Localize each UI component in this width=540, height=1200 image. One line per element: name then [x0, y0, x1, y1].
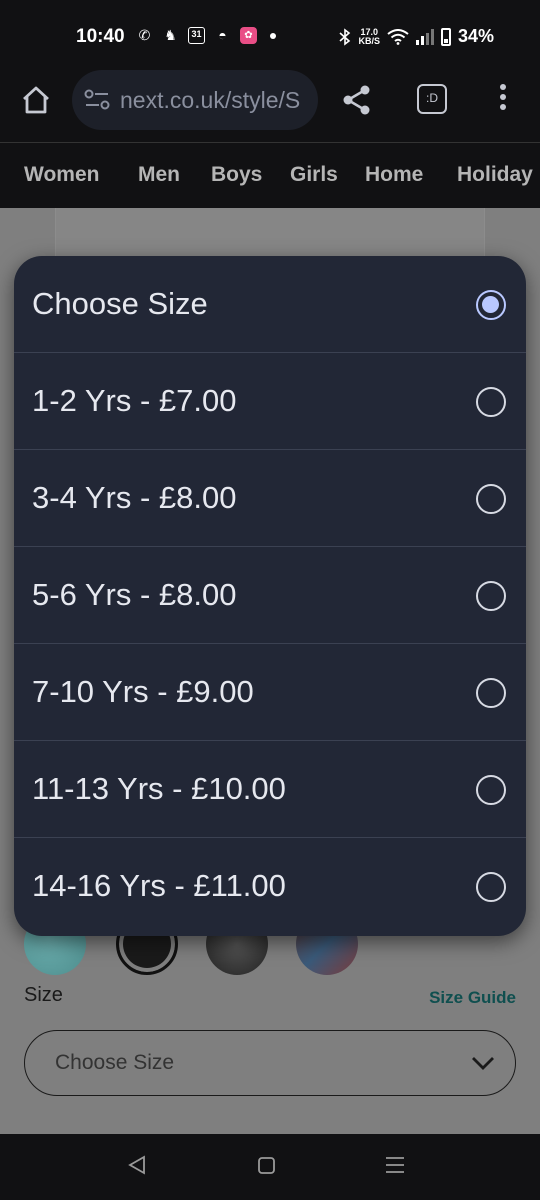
category-nav: Women Men Boys Girls Home Holiday	[0, 142, 540, 208]
size-option-5-6[interactable]: 5-6 Yrs - £8.00	[14, 547, 526, 644]
browser-toolbar: next.co.uk/style/S :D	[0, 70, 540, 142]
category-home[interactable]: Home	[365, 163, 423, 187]
size-label: Size	[24, 984, 63, 1006]
back-icon[interactable]	[126, 1154, 148, 1176]
radio-icon[interactable]	[476, 872, 506, 902]
size-select[interactable]: Choose Size	[24, 1030, 516, 1096]
system-icons: 17.0 KB/S 34%	[339, 26, 494, 47]
snapchat-icon: ◓	[218, 27, 227, 43]
address-bar[interactable]: next.co.uk/style/S	[72, 70, 318, 130]
net-speed: 17.0 KB/S	[358, 27, 380, 46]
home-icon[interactable]	[20, 84, 52, 116]
radio-icon[interactable]	[476, 775, 506, 805]
share-icon[interactable]	[342, 84, 372, 116]
radio-icon[interactable]	[476, 678, 506, 708]
whatsapp-icon: ✆	[138, 27, 151, 43]
option-label: 3-4 Yrs - £8.00	[32, 480, 237, 515]
size-option-14-16[interactable]: 14-16 Yrs - £11.00	[14, 838, 526, 935]
calendar-icon: 31	[188, 27, 205, 44]
option-label: 5-6 Yrs - £8.00	[32, 577, 237, 612]
wifi-icon	[387, 28, 409, 45]
category-holiday[interactable]: Holiday	[457, 163, 533, 187]
radio-icon[interactable]	[476, 387, 506, 417]
chevron-down-icon	[472, 1057, 494, 1070]
option-label: 1-2 Yrs - £7.00	[32, 383, 237, 418]
battery-percent: 34%	[457, 26, 494, 46]
radio-icon[interactable]	[476, 581, 506, 611]
radio-icon[interactable]	[476, 484, 506, 514]
category-men[interactable]: Men	[138, 163, 180, 187]
home-nav-icon[interactable]	[257, 1154, 277, 1176]
url-text[interactable]: next.co.uk/style/S	[120, 87, 300, 114]
signal-icon	[415, 28, 434, 45]
tab-switcher-button[interactable]: :D	[417, 84, 447, 114]
size-option-choose[interactable]: Choose Size	[14, 256, 526, 353]
more-notifications-icon	[270, 32, 276, 39]
size-select-value: Choose Size	[55, 1051, 175, 1074]
site-settings-icon[interactable]	[84, 88, 110, 112]
status-bar: 10:40 ✆ ♞ 31 ◓ ✿ 17.0 KB/S 34%	[0, 0, 540, 70]
size-guide-link[interactable]: Size Guide	[429, 988, 516, 1008]
option-label: Choose Size	[32, 286, 208, 321]
horse-icon: ♞	[164, 27, 177, 43]
category-girls[interactable]: Girls	[290, 163, 338, 187]
status-time: 10:40	[76, 26, 125, 47]
size-option-1-2[interactable]: 1-2 Yrs - £7.00	[14, 353, 526, 450]
battery-icon	[440, 27, 451, 46]
option-label: 11-13 Yrs - £10.00	[32, 771, 286, 806]
system-nav-bar	[0, 1134, 540, 1200]
category-boys[interactable]: Boys	[211, 163, 262, 187]
more-menu-icon[interactable]	[494, 84, 512, 116]
notification-icons: ✆ ♞ 31 ◓ ✿	[136, 27, 276, 44]
radio-selected-icon[interactable]	[476, 290, 506, 320]
net-speed-unit: KB/S	[358, 35, 380, 46]
size-option-7-10[interactable]: 7-10 Yrs - £9.00	[14, 644, 526, 741]
recents-icon[interactable]	[384, 1154, 406, 1176]
size-option-11-13[interactable]: 11-13 Yrs - £10.00	[14, 741, 526, 838]
category-women[interactable]: Women	[24, 163, 99, 187]
option-label: 14-16 Yrs - £11.00	[32, 868, 286, 903]
option-label: 7-10 Yrs - £9.00	[32, 674, 254, 709]
size-options-dialog: Choose Size 1-2 Yrs - £7.00 3-4 Yrs - £8…	[14, 256, 526, 936]
size-option-3-4[interactable]: 3-4 Yrs - £8.00	[14, 450, 526, 547]
app-notification-icon: ✿	[240, 27, 257, 44]
bluetooth-icon	[339, 27, 351, 46]
